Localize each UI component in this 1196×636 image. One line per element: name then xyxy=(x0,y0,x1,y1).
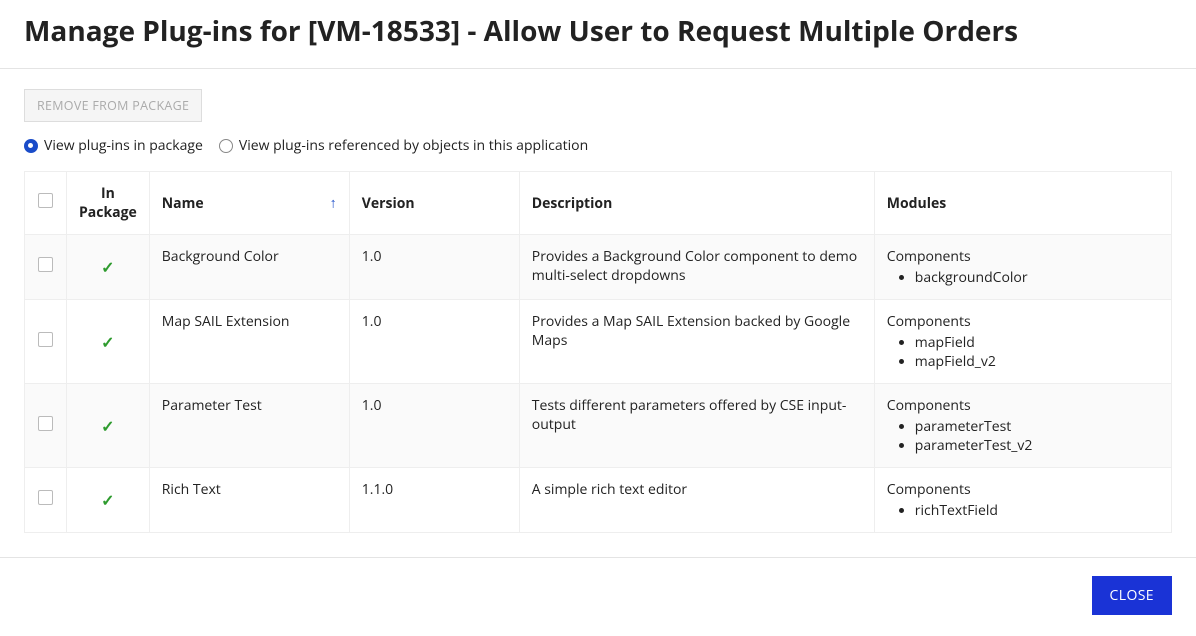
cell-version: 1.0 xyxy=(349,300,519,384)
modules-group-label: Components xyxy=(887,396,1159,415)
cell-modules: Components parameterTestparameterTest_v2 xyxy=(874,384,1171,468)
modules-group-label: Components xyxy=(887,247,1159,266)
remove-from-package-button[interactable]: REMOVE FROM PACKAGE xyxy=(24,89,202,122)
modules-group-label: Components xyxy=(887,312,1159,331)
page-title: Manage Plug-ins for [VM-18533] - Allow U… xyxy=(24,12,1172,50)
close-button[interactable]: CLOSE xyxy=(1092,576,1172,615)
cell-name: Background Color xyxy=(149,235,349,300)
cell-modules: Components backgroundColor xyxy=(874,235,1171,300)
table-row: ✓ Parameter Test1.0Tests different parame… xyxy=(25,384,1172,468)
table-row: ✓ Rich Text1.1.0A simple rich text editor… xyxy=(25,468,1172,533)
cell-name: Parameter Test xyxy=(149,384,349,468)
col-header-version[interactable]: Version xyxy=(349,172,519,235)
radio-icon xyxy=(219,139,233,153)
radio-icon xyxy=(24,139,38,153)
select-all-checkbox[interactable] xyxy=(38,193,53,208)
cell-description: Provides a Background Color component to… xyxy=(519,235,874,300)
check-icon: ✓ xyxy=(101,415,114,437)
row-checkbox[interactable] xyxy=(38,332,53,347)
cell-description: Tests different parameters offered by CS… xyxy=(519,384,874,468)
check-icon: ✓ xyxy=(101,256,114,278)
table-row: ✓ Map SAIL Extension1.0Provides a Map SAI… xyxy=(25,300,1172,384)
sort-asc-icon: ↑ xyxy=(330,194,337,213)
cell-description: Provides a Map SAIL Extension backed by … xyxy=(519,300,874,384)
table-row: ✓ Background Color1.0Provides a Backgroun… xyxy=(25,235,1172,300)
cell-version: 1.0 xyxy=(349,235,519,300)
col-header-name-label: Name xyxy=(162,194,204,213)
module-item: parameterTest_v2 xyxy=(915,436,1159,455)
module-item: richTextField xyxy=(915,501,1159,520)
check-icon: ✓ xyxy=(101,331,114,353)
cell-description: A simple rich text editor xyxy=(519,468,874,533)
cell-modules: Components mapFieldmapField_v2 xyxy=(874,300,1171,384)
cell-name: Map SAIL Extension xyxy=(149,300,349,384)
col-header-modules[interactable]: Modules xyxy=(874,172,1171,235)
module-item: mapField_v2 xyxy=(915,352,1159,371)
module-item: mapField xyxy=(915,333,1159,352)
modules-group-label: Components xyxy=(887,480,1159,499)
radio-view-referenced[interactable]: View plug-ins referenced by objects in t… xyxy=(219,136,588,155)
col-header-description[interactable]: Description xyxy=(519,172,874,235)
check-icon: ✓ xyxy=(101,489,114,511)
radio-label: View plug-ins in package xyxy=(44,136,203,155)
module-item: parameterTest xyxy=(915,417,1159,436)
module-item: backgroundColor xyxy=(915,268,1159,287)
cell-version: 1.1.0 xyxy=(349,468,519,533)
radio-view-in-package[interactable]: View plug-ins in package xyxy=(24,136,203,155)
cell-modules: Components richTextField xyxy=(874,468,1171,533)
plugins-table: In Package Name ↑ Version Description Mo… xyxy=(24,171,1172,533)
row-checkbox[interactable] xyxy=(38,257,53,272)
col-header-in-package[interactable]: In Package xyxy=(67,172,150,235)
row-checkbox[interactable] xyxy=(38,416,53,431)
row-checkbox[interactable] xyxy=(38,490,53,505)
radio-label: View plug-ins referenced by objects in t… xyxy=(239,136,588,155)
cell-name: Rich Text xyxy=(149,468,349,533)
col-header-name[interactable]: Name ↑ xyxy=(149,172,349,235)
cell-version: 1.0 xyxy=(349,384,519,468)
